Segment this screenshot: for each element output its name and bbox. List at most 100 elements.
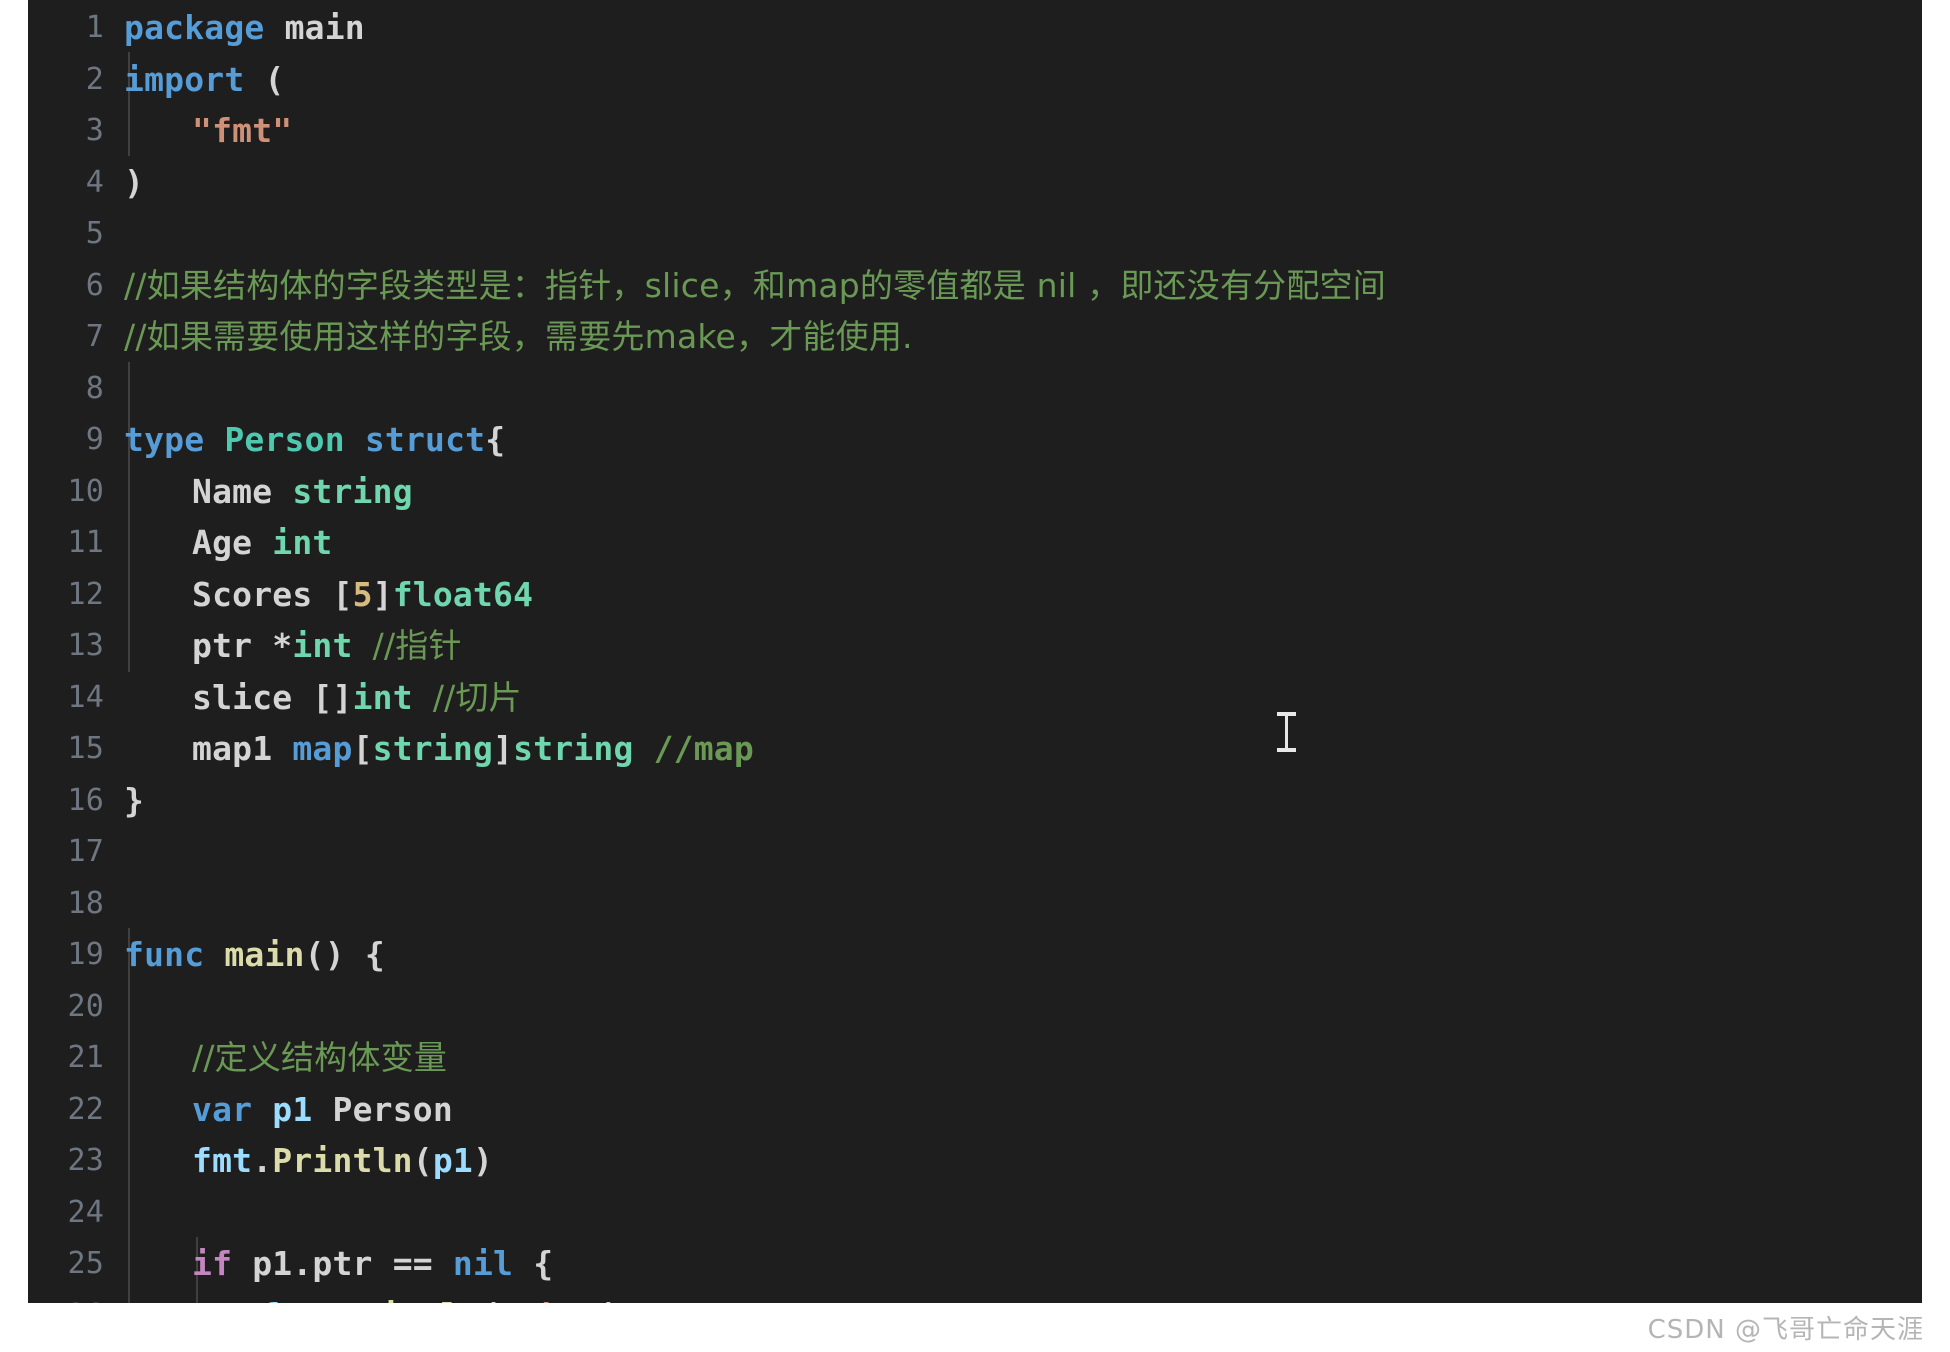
line-number: 3 [85,113,104,148]
line-number: 8 [85,370,104,406]
line-content: ptr *int //指针 [192,620,462,672]
token-function: Println [272,1141,413,1180]
code-line[interactable]: 12 Scores [5]float64 [28,569,1922,621]
line-number: 25 [67,1246,104,1281]
code-line[interactable]: 5 [28,208,1922,260]
code-area[interactable]: 1 package main 2 import ( 3 "fmt" 4 ) 5 [28,0,1922,1303]
token-bracket: [ [352,729,373,768]
token-punct: () { [304,935,385,974]
code-line[interactable]: 20 [28,981,1922,1033]
token-function: main [224,935,305,974]
line-number: 14 [67,679,104,715]
token-argument: p1 [432,1141,473,1180]
line-number: 6 [85,267,104,303]
token-keyword: nil [452,1244,514,1283]
token-field: Name [192,471,273,511]
token-type: string [513,729,634,768]
token-field: slice [192,677,293,717]
code-line[interactable]: 14 slice []int //切片 [28,672,1922,724]
token-control-keyword: if [192,1244,233,1283]
code-line[interactable]: 6 //如果结构体的字段类型是：指针，slice，和map的零值都是 nil ，… [28,260,1922,312]
line-number: 1 [85,10,104,45]
token-type: int [292,626,353,665]
line-number: 18 [67,885,104,921]
code-line[interactable]: 23 fmt.Println(p1) [28,1135,1922,1187]
line-content: if p1.ptr == nil { [192,1238,553,1290]
line-content: Name string [192,466,413,518]
code-line[interactable]: 1 package main [28,2,1922,54]
line-number: 20 [67,988,104,1024]
token-keyword: map [292,729,353,768]
token-field: Scores [192,574,313,614]
code-line[interactable]: 26 fmt.Println("ok1") [28,1290,1922,1304]
code-line[interactable]: 17 [28,826,1922,878]
line-number: 26 [28,1290,104,1304]
token-field: Age [192,523,253,562]
line-content: fmt.Println(p1) [192,1135,493,1187]
line-number: 4 [85,164,104,200]
code-editor-pane[interactable]: 1 package main 2 import ( 3 "fmt" 4 ) 5 [28,0,1922,1303]
code-line[interactable]: 3 "fmt" [28,105,1922,157]
line-number: 9 [85,422,104,457]
line-content: package main [124,2,365,54]
token-identifier: main [284,8,365,47]
token-keyword: var [192,1089,253,1129]
token-type: string [292,471,413,511]
code-line[interactable]: 19 func main() { [28,929,1922,981]
line-number: 15 [67,731,104,766]
right-white-margin [1922,0,1950,1303]
code-line[interactable]: 8 [28,363,1922,415]
code-line[interactable]: 18 [28,878,1922,930]
line-content: type Person struct{ [124,414,505,466]
token-keyword: type [124,420,205,459]
token-paren: ( [481,1296,501,1304]
code-line[interactable]: 22 var p1 Person [28,1084,1922,1136]
line-content: "fmt" [192,105,292,157]
line-content: func main() { [124,929,385,981]
screenshot-root: 1 package main 2 import ( 3 "fmt" 4 ) 5 [0,0,1950,1352]
token-paren: ) [601,1296,621,1304]
token-paren: ( [412,1141,433,1180]
line-number: 2 [85,61,104,97]
left-white-margin [0,0,28,1303]
line-number: 5 [85,216,104,251]
code-line[interactable]: 25 if p1.ptr == nil { [28,1238,1922,1290]
token-type: int [352,677,413,717]
token-number: 5 [352,574,373,614]
code-line[interactable]: 7 //如果需要使用这样的字段，需要先make，才能使用. [28,311,1922,363]
code-line[interactable]: 4 ) [28,157,1922,209]
line-content: slice []int //切片 [192,672,522,724]
line-content: Age int [192,517,332,569]
token-field: map1 [192,729,273,768]
line-number: 22 [67,1091,104,1127]
code-line[interactable]: 16 } [28,775,1922,827]
token-comment: //map [653,729,754,768]
token-punct: ( [264,59,285,99]
token-operator: == [392,1244,433,1283]
token-comment: //指针 [372,626,462,665]
code-line[interactable]: 15 map1 map[string]string //map [28,723,1922,775]
token-comment: //切片 [432,677,522,717]
line-content: } [124,775,144,827]
code-line[interactable]: 9 type Person struct{ [28,414,1922,466]
code-line[interactable]: 11 Age int [28,517,1922,569]
code-line[interactable]: 2 import ( [28,54,1922,106]
token-function: Println [340,1296,480,1304]
code-line[interactable]: 24 [28,1187,1922,1239]
code-line[interactable]: 10 Name string [28,466,1922,518]
code-line[interactable]: 13 ptr *int //指针 [28,620,1922,672]
token-comment: //如果结构体的字段类型是：指针，slice，和map的零值都是 nil ，即还… [124,265,1386,305]
token-string: "fmt" [192,111,293,150]
token-bracket: ] [372,574,393,614]
token-keyword: struct [364,420,486,459]
line-content: import ( [124,54,285,106]
token-keyword: import [124,59,245,99]
token-punct: { [485,420,506,459]
line-content: ) [124,157,144,209]
code-line[interactable]: 21 //定义结构体变量 [28,1032,1922,1084]
token-dot: . [252,1141,273,1180]
line-number: 19 [67,937,104,972]
token-keyword: package [124,8,265,47]
line-number: 17 [67,834,104,869]
token-variable: p1 [272,1089,313,1129]
